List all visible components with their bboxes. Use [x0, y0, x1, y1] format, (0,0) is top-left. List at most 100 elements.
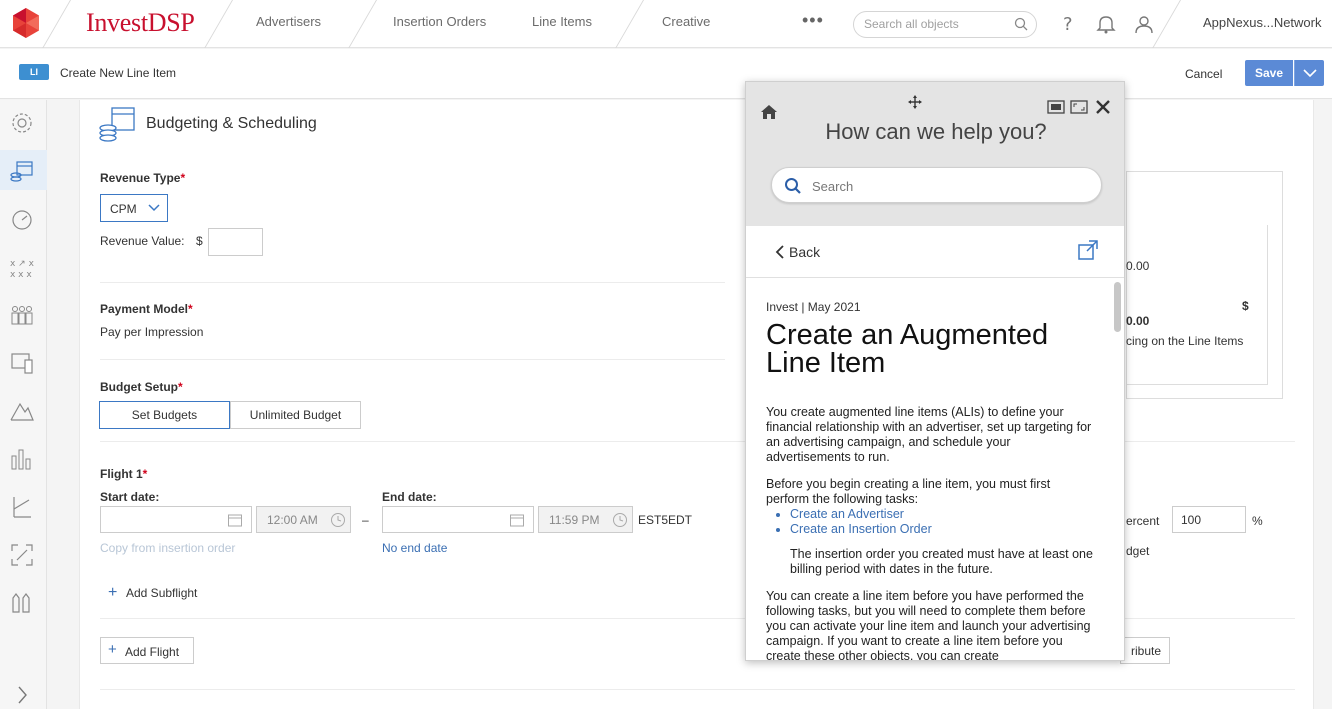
sidebar-item-optimization[interactable] [0, 486, 47, 526]
help-search-input[interactable]: Search [771, 167, 1102, 203]
start-date-input[interactable] [100, 506, 252, 533]
brand-name[interactable]: InvestDSP [86, 8, 195, 38]
payment-model-label: Payment Model* [100, 302, 193, 316]
copy-from-io-link[interactable]: Copy from insertion order [100, 541, 235, 555]
svg-text:x x x: x x x [10, 270, 32, 280]
drag-move-icon[interactable] [907, 94, 923, 110]
expand-window-icon[interactable] [1070, 99, 1088, 115]
budget-calendar-icon [99, 107, 135, 142]
nav-divider [204, 0, 233, 48]
percent-input[interactable]: 100 [1172, 506, 1246, 533]
more-menu-icon[interactable]: ••• [802, 10, 824, 31]
page-title: Create New Line Item [60, 66, 177, 80]
cancel-button[interactable]: Cancel [1185, 67, 1222, 81]
help-icon[interactable]: ? [1057, 13, 1079, 35]
search-placeholder: Search all objects [864, 17, 959, 31]
sidebar-item-strategy[interactable]: x ↗ xx x x [0, 246, 47, 286]
svg-text:?: ? [1063, 14, 1073, 35]
nav-creative[interactable]: Creative [662, 14, 710, 29]
unlimited-budget-toggle[interactable]: Unlimited Budget [230, 401, 361, 429]
bar-chart-icon [11, 449, 31, 470]
calendar-icon [510, 514, 524, 527]
nav-line-items[interactable]: Line Items [532, 14, 592, 29]
payment-model-value: Pay per Impression [100, 325, 204, 339]
save-options-button[interactable] [1294, 60, 1324, 86]
page-header-bar: LI Create New Line Item Cancel Save [0, 49, 1332, 99]
add-flight-label: Add Flight [125, 645, 180, 659]
sidebar-item-frequency[interactable] [0, 534, 47, 574]
sidebar-item-audience[interactable] [0, 294, 47, 334]
help-dialog-title: How can we help you? [825, 119, 1047, 144]
back-link[interactable]: Back [789, 244, 820, 260]
branch-icon [13, 497, 31, 518]
gauge-icon [12, 210, 32, 230]
end-time-input[interactable]: 11:59 PM [538, 506, 633, 533]
create-insertion-order-link[interactable]: Create an Insertion Order [790, 522, 1096, 537]
left-sidebar: x ↗ xx x x [0, 100, 47, 709]
percent-sign: % [1252, 514, 1263, 528]
brand-logo-icon[interactable] [10, 7, 42, 39]
help-dialog: How can we help you? Search Back Invest … [745, 81, 1125, 661]
sidebar-item-settings[interactable] [0, 102, 47, 142]
search-icon [785, 178, 801, 194]
line-item-form: Budgeting & Scheduling Revenue Type* CPM… [79, 100, 1314, 709]
nav-divider [615, 0, 644, 48]
sidebar-item-reporting[interactable] [0, 438, 47, 478]
expand-arrows-icon [11, 544, 33, 566]
save-button[interactable]: Save [1245, 60, 1293, 86]
add-flight-button[interactable]: + Add Flight [100, 637, 194, 664]
sidebar-item-labels[interactable] [0, 582, 47, 622]
section-title: Budgeting & Scheduling [146, 115, 317, 132]
create-advertiser-link[interactable]: Create an Advertiser [790, 507, 1096, 522]
budget-calendar-icon [10, 161, 33, 182]
nav-divider [1152, 0, 1181, 48]
article-paragraph: You can create a line item before you ha… [766, 589, 1091, 661]
clock-icon [613, 513, 627, 527]
mountain-icon [10, 402, 34, 421]
top-nav: InvestDSP Advertisers Insertion Orders L… [0, 0, 1332, 48]
sidebar-item-budgeting[interactable] [0, 150, 47, 190]
object-type-badge: LI [19, 64, 49, 80]
gear-icon [12, 113, 32, 133]
strategy-icon: x ↗ xx x x [10, 259, 35, 280]
plus-icon: + [108, 584, 118, 601]
global-search-input[interactable]: Search all objects [853, 11, 1037, 38]
plus-icon: + [108, 641, 117, 658]
dock-window-icon[interactable] [1047, 99, 1065, 115]
distribute-button[interactable]: ribute [1120, 637, 1170, 664]
chevron-left-icon[interactable] [775, 244, 785, 260]
nav-insertion-orders[interactable]: Insertion Orders [393, 14, 486, 29]
add-subflight-button[interactable]: Add Subflight [126, 586, 197, 600]
start-time-input[interactable]: 12:00 AM [256, 506, 351, 533]
sidebar-item-inventory[interactable] [0, 390, 47, 430]
revenue-type-select[interactable]: CPM [100, 194, 168, 222]
external-link-icon[interactable] [1077, 239, 1099, 261]
divider [100, 282, 725, 283]
currency-symbol: $ [196, 234, 203, 248]
sidebar-item-pacing[interactable] [0, 198, 47, 238]
no-end-date-link[interactable]: No end date [382, 541, 447, 555]
close-icon[interactable] [1095, 99, 1111, 115]
article-heading: Create an Augmented Line Item [766, 319, 1049, 379]
people-icon [11, 306, 33, 325]
help-article-body: Invest | May 2021 Create an Augmented Li… [766, 300, 1096, 661]
divider [100, 359, 725, 360]
account-switcher[interactable]: AppNexus...Network [1203, 15, 1322, 30]
nav-advertisers[interactable]: Advertisers [256, 14, 321, 29]
article-paragraph: You create augmented line items (ALIs) t… [766, 405, 1092, 464]
bell-icon[interactable] [1095, 13, 1117, 35]
set-budgets-toggle[interactable]: Set Budgets [99, 401, 230, 429]
end-time-value: 11:59 PM [549, 513, 600, 527]
end-date-input[interactable] [382, 506, 534, 533]
help-scrollbar[interactable] [1114, 282, 1121, 332]
sidebar-item-devices[interactable] [0, 342, 47, 382]
calendar-icon [228, 514, 242, 527]
revenue-value-input[interactable] [208, 228, 263, 256]
timezone-label: EST5EDT [638, 513, 693, 527]
flight-label: Flight 1* [100, 467, 148, 481]
summary-value-2: 0.00 [1126, 314, 1150, 328]
sidebar-expand-toggle[interactable] [0, 674, 47, 709]
percent-value: 100 [1181, 513, 1202, 527]
user-icon[interactable] [1133, 13, 1155, 35]
article-meta: Invest | May 2021 [766, 300, 861, 314]
